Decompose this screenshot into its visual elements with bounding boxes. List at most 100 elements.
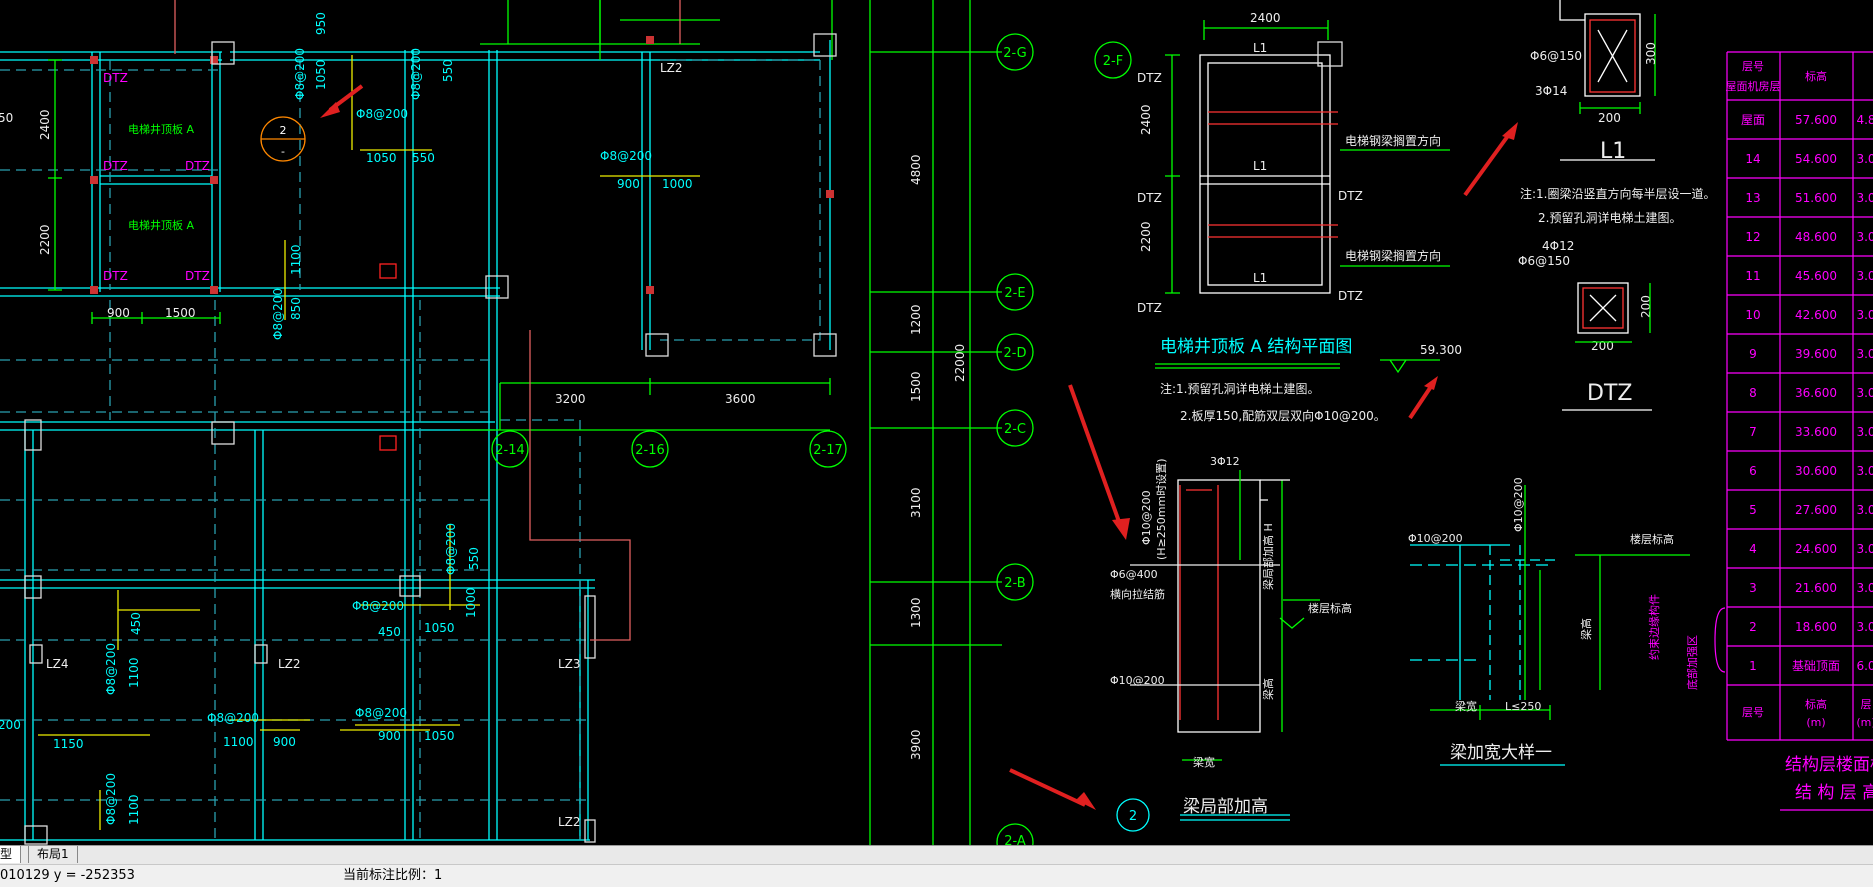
table-cell-elev: 39.600 (1795, 347, 1837, 361)
annotation-scale: 当前标注比例：1 (343, 868, 443, 883)
annotation-text: L≤250 (1505, 700, 1541, 713)
dim-label: 200 (1639, 295, 1653, 318)
table-cell-h: 3.0 (1856, 347, 1873, 361)
grid-axis-label: 2-G (1003, 46, 1027, 61)
dim-label: 1000 (464, 587, 478, 618)
dim-label: 3900 (909, 729, 923, 760)
dim-label: 550 (441, 59, 455, 82)
dim-label: 22000 (953, 344, 967, 382)
column-tag: LZ2 (660, 61, 683, 75)
dim-label: 1050 (314, 59, 328, 90)
rebar-label: Φ8@200 (356, 107, 408, 121)
tab-model[interactable]: 型 (0, 846, 21, 863)
table-cell-floor: 6 (1749, 464, 1757, 478)
dim-label: 300 (1644, 42, 1658, 65)
rebar-label: Φ10@200 (1110, 674, 1165, 687)
table-cell-elev: 33.600 (1795, 425, 1837, 439)
cursor-coordinates: 010129 y = -252353 (0, 868, 135, 883)
annotation-text: 楼层标高 (1630, 532, 1674, 546)
beam-tag: L1 (1253, 159, 1267, 173)
dim-label: 1500 (165, 306, 196, 320)
table-cell-h: 3.0 (1856, 191, 1873, 205)
dim-label: 4800 (909, 154, 923, 185)
dim-label: 1500 (909, 371, 923, 402)
column-tag: DTZ (103, 159, 128, 173)
column-tag: DTZ (1137, 71, 1162, 85)
table-cell-h: 3.0 (1856, 386, 1873, 400)
dim-label: 900 (617, 177, 640, 191)
dim-label: 850 (289, 297, 303, 320)
tab-layout1[interactable]: 布局1 (28, 846, 78, 863)
rebar-label: Φ8@200 (271, 288, 285, 340)
rebar-label: Φ10@200 (1140, 490, 1153, 545)
dim-label: 3200 (555, 392, 586, 406)
dim-label: 2400 (1139, 104, 1153, 135)
table-cell-floor: 3 (1749, 581, 1757, 595)
rebar-label: Φ8@200 (104, 773, 118, 825)
dim-label: 900 (273, 735, 296, 749)
elevation-label: 59.300 (1420, 343, 1462, 357)
status-bar: 010129 y = -252353 当前标注比例：1 (0, 864, 1873, 887)
table-cell-h: 3.0 (1856, 269, 1873, 283)
annotation-text: 梁宽 (1455, 699, 1477, 713)
table-cell-elev: 18.600 (1795, 620, 1837, 634)
cad-drawing-canvas[interactable]: Φ8@200 Φ8@200 Φ8@200 Φ8@200 Φ8@200 200 Φ… (0, 0, 1873, 845)
table-cell-elev: 48.600 (1795, 230, 1837, 244)
dim-label: 200 (0, 718, 21, 732)
dim-label: 1050 (366, 151, 397, 165)
dim-label: 2200 (1139, 221, 1153, 252)
dim-label: 1100 (127, 657, 141, 688)
dim-label: 200 (1591, 339, 1614, 353)
column-tag: LZ2 (558, 815, 581, 829)
table-header: 标高 (1805, 697, 1827, 711)
rebar-label: Φ10@200 (1408, 532, 1463, 545)
note-line: 2.预留孔洞详电梯土建图。 (1538, 210, 1681, 225)
dim-label: 450 (129, 612, 143, 635)
rebar-label: 4Φ12 (1542, 239, 1574, 253)
table-cell-h: 3.0 (1856, 503, 1873, 517)
grid-axis-label: 2-B (1004, 576, 1025, 591)
table-cell-h: 3.0 (1856, 308, 1873, 322)
column-tag: LZ3 (558, 657, 581, 671)
table-cell-floor: 1 (1749, 659, 1757, 673)
note-line: 注:1.预留孔洞详电梯土建图。 (1160, 381, 1320, 396)
table-cell-h: 3.0 (1856, 581, 1873, 595)
rebar-label: Φ8@200 (600, 149, 652, 163)
table-header: (m) (1856, 716, 1873, 729)
dim-label: 1150 (53, 737, 84, 751)
table-cell-elev: 45.600 (1795, 269, 1837, 283)
callout-sub: - (281, 145, 285, 158)
dim-label: 550 (467, 547, 481, 570)
dim-label: 2400 (38, 109, 52, 140)
annotation-text: 梁高 (1579, 618, 1593, 640)
table-cell-elev: 54.600 (1795, 152, 1837, 166)
table-cell-floor: 7 (1749, 425, 1757, 439)
table-header: 层号 (1742, 706, 1764, 719)
room-label: 电梯井顶板 A (128, 122, 194, 136)
dim-label: 200 (1598, 111, 1621, 125)
table-cell-elev: 57.600 (1795, 113, 1837, 127)
rebar-label: Φ8@200 (444, 523, 458, 575)
grid-axis-label: 2-A (1004, 834, 1026, 845)
table-header: 标高 (1805, 69, 1827, 83)
rebar-label: Φ6@400 (1110, 568, 1158, 581)
table-cell-floor: 屋面 (1741, 113, 1765, 127)
shaft-roof-plan-a (1155, 20, 1450, 374)
column-tag: DTZ (1338, 289, 1363, 303)
room-label: 电梯井顶板 A (128, 218, 194, 232)
table-cell-h: 3.0 (1856, 230, 1873, 244)
table-cell-h: 4.8 (1856, 113, 1873, 127)
table-cell-h: 3.0 (1856, 620, 1873, 634)
table-cell-elev: 36.600 (1795, 386, 1837, 400)
dim-label: 950 (314, 12, 328, 35)
table-cell-h: 3.0 (1856, 425, 1873, 439)
column-tag: DTZ (103, 269, 128, 283)
dim-label: 550 (412, 151, 435, 165)
table-cell-h: 6.0 (1856, 659, 1873, 673)
beam-tag: L1 (1253, 41, 1267, 55)
dim-label: 1050 (424, 621, 455, 635)
floor-elevation-table (1714, 51, 1873, 811)
rebar-label: Φ10@200 (1512, 477, 1525, 532)
table-cell-floor: 12 (1745, 230, 1760, 244)
note-line: 2.板厚150,配筋双层双向Φ10@200。 (1180, 408, 1386, 423)
